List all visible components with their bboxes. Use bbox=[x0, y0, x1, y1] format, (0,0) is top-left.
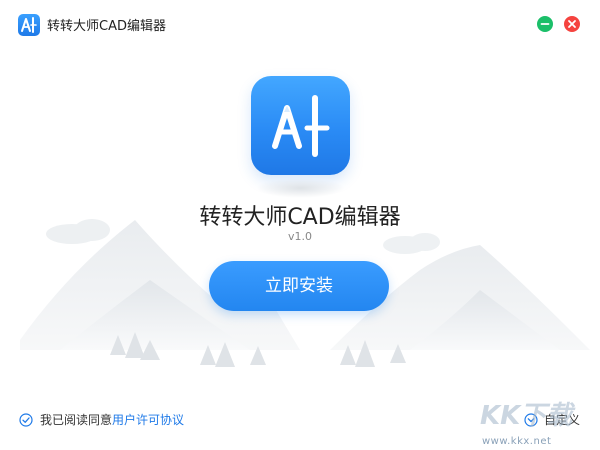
custom-install-label: 自定义 bbox=[544, 413, 581, 427]
close-icon bbox=[568, 20, 576, 28]
minimize-icon bbox=[540, 23, 550, 25]
app-name: 转转大师CAD编辑器 bbox=[199, 205, 401, 230]
install-button[interactable]: 立即安装 bbox=[209, 261, 389, 311]
agreement-text: 我已阅读同意 bbox=[40, 413, 113, 427]
custom-install-toggle[interactable]: 自定义 bbox=[524, 411, 580, 427]
close-button[interactable] bbox=[564, 16, 580, 32]
license-link[interactable]: 用户许可协议 bbox=[112, 413, 184, 427]
title-bar[interactable]: 转转大师CAD编辑器 bbox=[0, 0, 600, 44]
app-version: v1.0 bbox=[287, 230, 312, 243]
window-title: 转转大师CAD编辑器 bbox=[47, 19, 166, 34]
watermark-url: www.kkx.net bbox=[482, 436, 552, 447]
check-circle-icon bbox=[19, 413, 33, 427]
logo-reflection bbox=[256, 178, 345, 198]
app-logo bbox=[251, 76, 350, 175]
app-icon bbox=[18, 14, 40, 36]
agreement-row[interactable]: 我已阅读同意用户许可协议 bbox=[19, 411, 184, 427]
minimize-button[interactable] bbox=[537, 16, 553, 32]
chevron-down-circle-icon bbox=[524, 413, 538, 427]
agreement-checkbox[interactable] bbox=[19, 413, 33, 427]
